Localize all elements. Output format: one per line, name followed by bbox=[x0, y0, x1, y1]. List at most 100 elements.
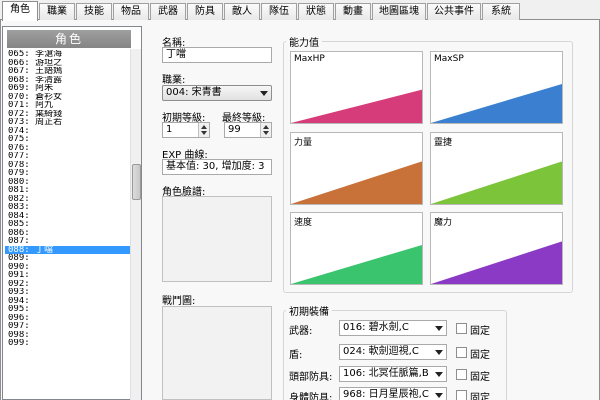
face-graphic-box[interactable] bbox=[162, 196, 272, 282]
equip-select[interactable]: 016: 碧水劍,C bbox=[339, 320, 447, 336]
final-level-spinner[interactable] bbox=[260, 123, 271, 137]
tab-3[interactable]: 物品 bbox=[113, 3, 149, 20]
tab-8[interactable]: 狀態 bbox=[298, 3, 334, 20]
equip-select[interactable]: 024: 軟劍迴視,C bbox=[339, 344, 447, 360]
list-item[interactable]: 073: 周芷若 bbox=[5, 118, 131, 127]
equip-select[interactable]: 968: 日月星辰袍,C bbox=[339, 387, 447, 400]
fixed-checkbox[interactable] bbox=[456, 369, 467, 380]
tab-12[interactable]: 系統 bbox=[482, 3, 520, 20]
exp-curve-field[interactable]: 基本值: 30, 增加度: 3 bbox=[162, 159, 272, 175]
list-item[interactable]: 096: bbox=[5, 314, 131, 323]
tab-2[interactable]: 技能 bbox=[76, 3, 112, 20]
equip-select[interactable]: 106: 北冥任脈篇,B bbox=[339, 366, 447, 382]
list-item[interactable]: 090: bbox=[5, 263, 131, 272]
list-item[interactable]: 079: bbox=[5, 169, 131, 178]
scrollbar-thumb[interactable] bbox=[132, 164, 141, 200]
fixed-label: 固定 bbox=[470, 372, 490, 383]
list-item[interactable]: 080: bbox=[5, 178, 131, 187]
list-item[interactable]: 099: bbox=[5, 339, 131, 348]
tab-10[interactable]: 地圖區塊 bbox=[372, 3, 426, 20]
equip-select-value: 106: 北冥任脈篇,B bbox=[343, 368, 429, 379]
list-item[interactable]: 072: 葉綺錢 bbox=[5, 110, 131, 119]
stat-chart[interactable]: 速度 bbox=[290, 212, 423, 285]
list-item[interactable]: 083: bbox=[5, 203, 131, 212]
stat-curve-fill bbox=[431, 161, 562, 204]
equip-select-value: 016: 碧水劍,C bbox=[343, 322, 409, 333]
stat-curve-fill bbox=[291, 161, 422, 204]
equip-label: 盾: bbox=[289, 350, 303, 361]
list-item[interactable]: 088: 丁噹 bbox=[5, 245, 131, 254]
list-item[interactable]: 075: bbox=[5, 135, 131, 144]
stat-name: MaxHP bbox=[294, 54, 325, 64]
tab-1[interactable]: 職業 bbox=[39, 3, 75, 20]
equip-label: 武器: bbox=[289, 326, 313, 337]
list-scrollbar[interactable] bbox=[130, 49, 141, 400]
stat-name: 靈捷 bbox=[434, 138, 453, 148]
name-input[interactable]: 丁噹 bbox=[162, 47, 272, 63]
list-item[interactable]: 077: bbox=[5, 152, 131, 161]
stat-chart[interactable]: 魔力 bbox=[430, 212, 563, 285]
spin-down-icon bbox=[201, 131, 207, 135]
chevron-down-icon bbox=[260, 91, 268, 96]
stat-name: MaxSP bbox=[434, 54, 464, 64]
final-level-stepper[interactable]: 99 bbox=[224, 122, 272, 138]
init-level-value: 1 bbox=[166, 124, 173, 135]
list-header: 角色 bbox=[7, 30, 131, 48]
class-select-value: 004: 宋青書 bbox=[166, 87, 222, 98]
init-level-spinner[interactable] bbox=[198, 123, 209, 137]
list-item[interactable]: 065: 李滄海 bbox=[5, 50, 131, 59]
list-items: 065: 李滄海 066: 游坦之 067: 王語嫣 068: 李清露 069: 阿朱 0… bbox=[5, 50, 131, 348]
tab-7[interactable]: 隊伍 bbox=[261, 3, 297, 20]
list-item[interactable]: 074: bbox=[5, 127, 131, 136]
list-item[interactable]: 092: bbox=[5, 280, 131, 289]
fixed-checkbox[interactable] bbox=[456, 323, 467, 334]
list-item[interactable]: 093: bbox=[5, 288, 131, 297]
stat-name: 魔力 bbox=[434, 218, 453, 228]
stat-curve-fill bbox=[291, 89, 422, 123]
class-select[interactable]: 004: 宋青書 bbox=[162, 85, 272, 101]
stat-chart[interactable]: 靈捷 bbox=[430, 132, 563, 205]
list-item[interactable]: 089: bbox=[5, 254, 131, 263]
tab-9[interactable]: 動畫 bbox=[335, 3, 371, 20]
list-item[interactable]: 066: 游坦之 bbox=[5, 59, 131, 68]
list-item[interactable]: 097: bbox=[5, 322, 131, 331]
stat-chart[interactable]: MaxHP bbox=[290, 51, 423, 124]
tab-6[interactable]: 敵人 bbox=[224, 3, 260, 20]
stat-chart[interactable]: MaxSP bbox=[430, 51, 563, 124]
list-item[interactable]: 068: 李清露 bbox=[5, 76, 131, 85]
tab-0[interactable]: 角色 bbox=[2, 1, 38, 21]
fixed-label: 固定 bbox=[470, 326, 490, 337]
tab-5[interactable]: 防具 bbox=[187, 3, 223, 20]
tab-4[interactable]: 武器 bbox=[150, 3, 186, 20]
equip-select-value: 024: 軟劍迴視,C bbox=[343, 346, 419, 357]
fixed-checkbox[interactable] bbox=[456, 390, 467, 400]
list-item[interactable]: 085: bbox=[5, 220, 131, 229]
spin-up-icon bbox=[263, 125, 269, 129]
list-item[interactable]: 081: bbox=[5, 186, 131, 195]
tab-11[interactable]: 公共事件 bbox=[427, 3, 481, 20]
list-item[interactable]: 095: bbox=[5, 305, 131, 314]
spin-up-icon bbox=[201, 125, 207, 129]
list-item[interactable]: 098: bbox=[5, 331, 131, 340]
list-item[interactable]: 078: bbox=[5, 161, 131, 170]
list-item[interactable]: 070: 蒼衫女 bbox=[5, 93, 131, 102]
list-item[interactable]: 091: bbox=[5, 271, 131, 280]
list-item[interactable]: 069: 阿朱 bbox=[5, 84, 131, 93]
character-list[interactable]: 角色 065: 李滄海 066: 游坦之 067: 王語嫣 068: 李清露 069: … bbox=[2, 26, 142, 400]
stat-chart[interactable]: 力量 bbox=[290, 132, 423, 205]
fixed-checkbox[interactable] bbox=[456, 347, 467, 358]
init-level-stepper[interactable]: 1 bbox=[162, 122, 210, 138]
list-item[interactable]: 082: bbox=[5, 195, 131, 204]
list-item[interactable]: 076: bbox=[5, 144, 131, 153]
stat-name: 速度 bbox=[294, 218, 313, 228]
list-item[interactable]: 094: bbox=[5, 297, 131, 306]
list-item[interactable]: 087: bbox=[5, 237, 131, 246]
list-item[interactable]: 067: 王語嫣 bbox=[5, 67, 131, 76]
list-item[interactable]: 086: bbox=[5, 229, 131, 238]
final-level-value: 99 bbox=[228, 124, 241, 135]
equip-label: 身體防具: bbox=[289, 393, 333, 400]
list-item[interactable]: 071: 阿九 bbox=[5, 101, 131, 110]
list-item[interactable]: 084: bbox=[5, 212, 131, 221]
battler-graphic-box[interactable] bbox=[162, 306, 272, 400]
chevron-down-icon bbox=[435, 350, 443, 355]
